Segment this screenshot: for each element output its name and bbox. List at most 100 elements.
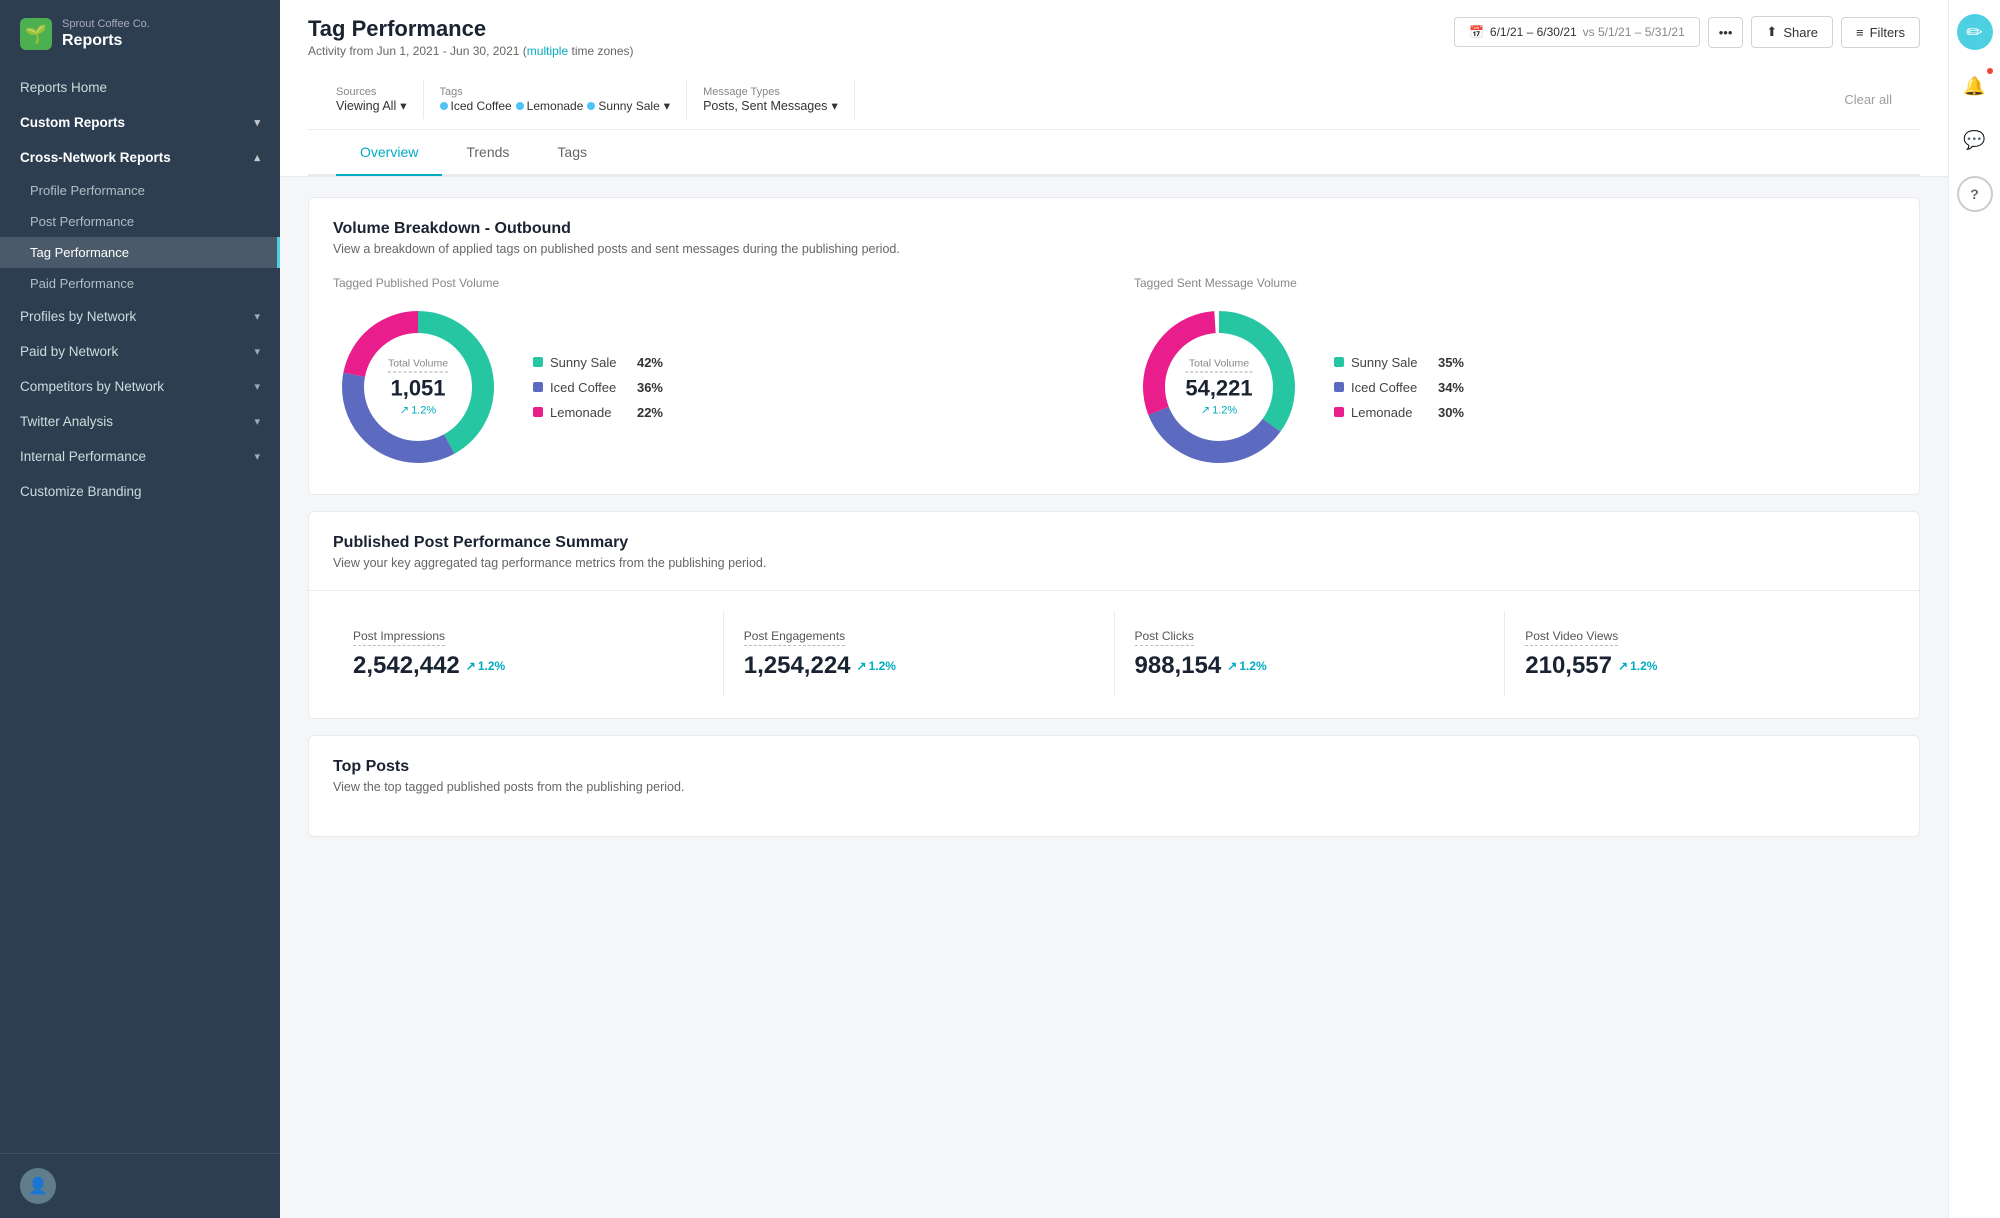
chevron-down-icon: ▾ [400,98,406,113]
metric-engagements-trend: ↗ 1.2% [857,659,896,673]
tag-sunny-sale: Sunny Sale [587,99,659,113]
sources-label: Sources [336,86,407,98]
tag-iced-coffee: Iced Coffee [440,99,512,113]
app-logo: 🌱 [20,18,52,50]
content-area: Volume Breakdown - Outbound View a break… [280,177,1948,1218]
notification-badge [1985,66,1995,76]
sidebar-item-custom-reports[interactable]: Custom Reports ▾ [0,105,280,140]
company-name: Sprout Coffee Co. Reports [62,18,150,50]
main-content: Tag Performance Activity from Jun 1, 202… [280,0,1948,1218]
legend-item-lemonade-left: Lemonade 22% [533,405,663,420]
top-posts-card: Top Posts View the top tagged published … [308,735,1920,837]
sidebar-item-twitter-analysis[interactable]: Twitter Analysis ▾ [0,404,280,439]
sidebar-item-internal-performance[interactable]: Internal Performance ▾ [0,439,280,474]
legend-item-iced-coffee-right: Iced Coffee 34% [1334,380,1464,395]
metric-video-views: Post Video Views 210,557 ↗ 1.2% [1505,611,1895,696]
filters-button[interactable]: ≡ Filters [1841,17,1920,48]
metric-impressions-label: Post Impressions [353,629,445,646]
post-performance-title: Published Post Performance Summary [333,534,1895,552]
tab-tags[interactable]: Tags [533,130,611,176]
chevron-down-icon: ▾ [254,380,260,393]
date-range-button[interactable]: 📅 6/1/21 – 6/30/21 vs 5/1/21 – 5/31/21 [1454,17,1700,47]
sources-filter[interactable]: Sources Viewing All ▾ [336,80,424,119]
share-button[interactable]: ⬆ Share [1751,16,1833,48]
page-header: Tag Performance Activity from Jun 1, 202… [280,0,1948,177]
help-button[interactable]: ? [1957,176,1993,212]
metric-impressions-value: 2,542,442 ↗ 1.2% [353,652,703,680]
metric-video-views-trend: ↗ 1.2% [1618,659,1657,673]
right-donut-center: Total Volume 54,221 ↗1.2% [1185,358,1252,417]
metric-impressions: Post Impressions 2,542,442 ↗ 1.2% [333,611,724,696]
multiple-timezones-link[interactable]: multiple [527,44,568,58]
chevron-down-icon: ▾ [254,450,260,463]
post-performance-card: Published Post Performance Summary View … [308,511,1920,719]
left-donut-trend: ↗1.2% [388,404,448,417]
sidebar: 🌱 Sprout Coffee Co. Reports Reports Home… [0,0,280,1218]
chevron-up-icon: ▴ [254,151,260,164]
legend-dot-lemonade-r [1334,407,1344,417]
sources-value: Viewing All ▾ [336,98,407,113]
volume-breakdown-title: Volume Breakdown - Outbound [333,220,1895,238]
message-types-filter[interactable]: Message Types Posts, Sent Messages ▾ [703,80,855,119]
right-chart-section: Tagged Sent Message Volume [1134,276,1895,472]
sidebar-item-reports-home[interactable]: Reports Home [0,70,280,105]
chevron-down-icon: ▾ [254,415,260,428]
left-donut-center: Total Volume 1,051 ↗1.2% [388,358,448,417]
sidebar-nav: Reports Home Custom Reports ▾ Cross-Netw… [0,64,280,1153]
left-chart-container: Total Volume 1,051 ↗1.2% [333,302,1094,472]
top-posts-title: Top Posts [333,758,1895,776]
legend-item-sunny-sale-left: Sunny Sale 42% [533,355,663,370]
metric-impressions-trend: ↗ 1.2% [466,659,505,673]
right-chart-legend: Sunny Sale 35% Iced Coffee 34% [1334,355,1464,420]
right-donut-value: 54,221 [1185,376,1252,402]
legend-item-sunny-sale-right: Sunny Sale 35% [1334,355,1464,370]
left-donut-value: 1,051 [388,376,448,402]
sidebar-item-customize-branding[interactable]: Customize Branding [0,474,280,509]
legend-dot-iced-coffee [533,382,543,392]
filters-bar: Sources Viewing All ▾ Tags Iced Coffee L… [308,70,1920,130]
sidebar-item-post-performance[interactable]: Post Performance [0,206,280,237]
legend-dot-iced-coffee-r [1334,382,1344,392]
sidebar-item-paid-by-network[interactable]: Paid by Network ▾ [0,334,280,369]
tags-filter[interactable]: Tags Iced Coffee Lemonade Sunny Sale ▾ [440,80,688,119]
legend-item-iced-coffee-left: Iced Coffee 36% [533,380,663,395]
share-icon: ⬆ [1766,24,1777,40]
left-donut-wrapper: Total Volume 1,051 ↗1.2% [333,302,503,472]
sidebar-item-tag-performance[interactable]: Tag Performance [0,237,280,268]
right-chart-container: Total Volume 54,221 ↗1.2% [1134,302,1895,472]
metrics-row: Post Impressions 2,542,442 ↗ 1.2% Post E… [333,611,1895,696]
metric-engagements-label: Post Engagements [744,629,845,646]
volume-breakdown-card: Volume Breakdown - Outbound View a break… [308,197,1920,495]
charts-row: Tagged Published Post Volume [333,276,1895,472]
header-actions: 📅 6/1/21 – 6/30/21 vs 5/1/21 – 5/31/21 •… [1454,16,1920,48]
legend-dot-sunny-sale-r [1334,357,1344,367]
tag-lemonade: Lemonade [516,99,584,113]
filter-icon: ≡ [1856,25,1864,40]
sidebar-item-competitors-by-network[interactable]: Competitors by Network ▾ [0,369,280,404]
metric-clicks-value: 988,154 ↗ 1.2% [1135,652,1485,680]
clear-all-button[interactable]: Clear all [1844,92,1892,107]
sidebar-item-cross-network[interactable]: Cross-Network Reports ▴ [0,140,280,175]
sidebar-item-paid-performance[interactable]: Paid Performance [0,268,280,299]
sidebar-header: 🌱 Sprout Coffee Co. Reports [0,0,280,64]
message-types-label: Message Types [703,86,838,98]
metric-engagements-value: 1,254,224 ↗ 1.2% [744,652,1094,680]
compose-button[interactable]: ✏ [1957,14,1993,50]
right-donut-trend: ↗1.2% [1185,404,1252,417]
chevron-down-icon: ▾ [254,310,260,323]
volume-breakdown-subtitle: View a breakdown of applied tags on publ… [333,242,1895,256]
chevron-down-icon: ▾ [831,98,837,113]
sidebar-item-profile-performance[interactable]: Profile Performance [0,175,280,206]
right-chart-label: Tagged Sent Message Volume [1134,276,1895,290]
top-posts-subtitle: View the top tagged published posts from… [333,780,1895,794]
more-button[interactable]: ••• [1708,17,1744,48]
tab-trends[interactable]: Trends [442,130,533,176]
legend-item-lemonade-right: Lemonade 30% [1334,405,1464,420]
notifications-button[interactable]: 🔔 [1957,68,1993,104]
metric-clicks-trend: ↗ 1.2% [1227,659,1266,673]
messages-button[interactable]: 💬 [1957,122,1993,158]
tab-overview[interactable]: Overview [336,130,442,176]
sidebar-item-profiles-by-network[interactable]: Profiles by Network ▾ [0,299,280,334]
metric-clicks-label: Post Clicks [1135,629,1194,646]
metric-video-views-value: 210,557 ↗ 1.2% [1525,652,1875,680]
